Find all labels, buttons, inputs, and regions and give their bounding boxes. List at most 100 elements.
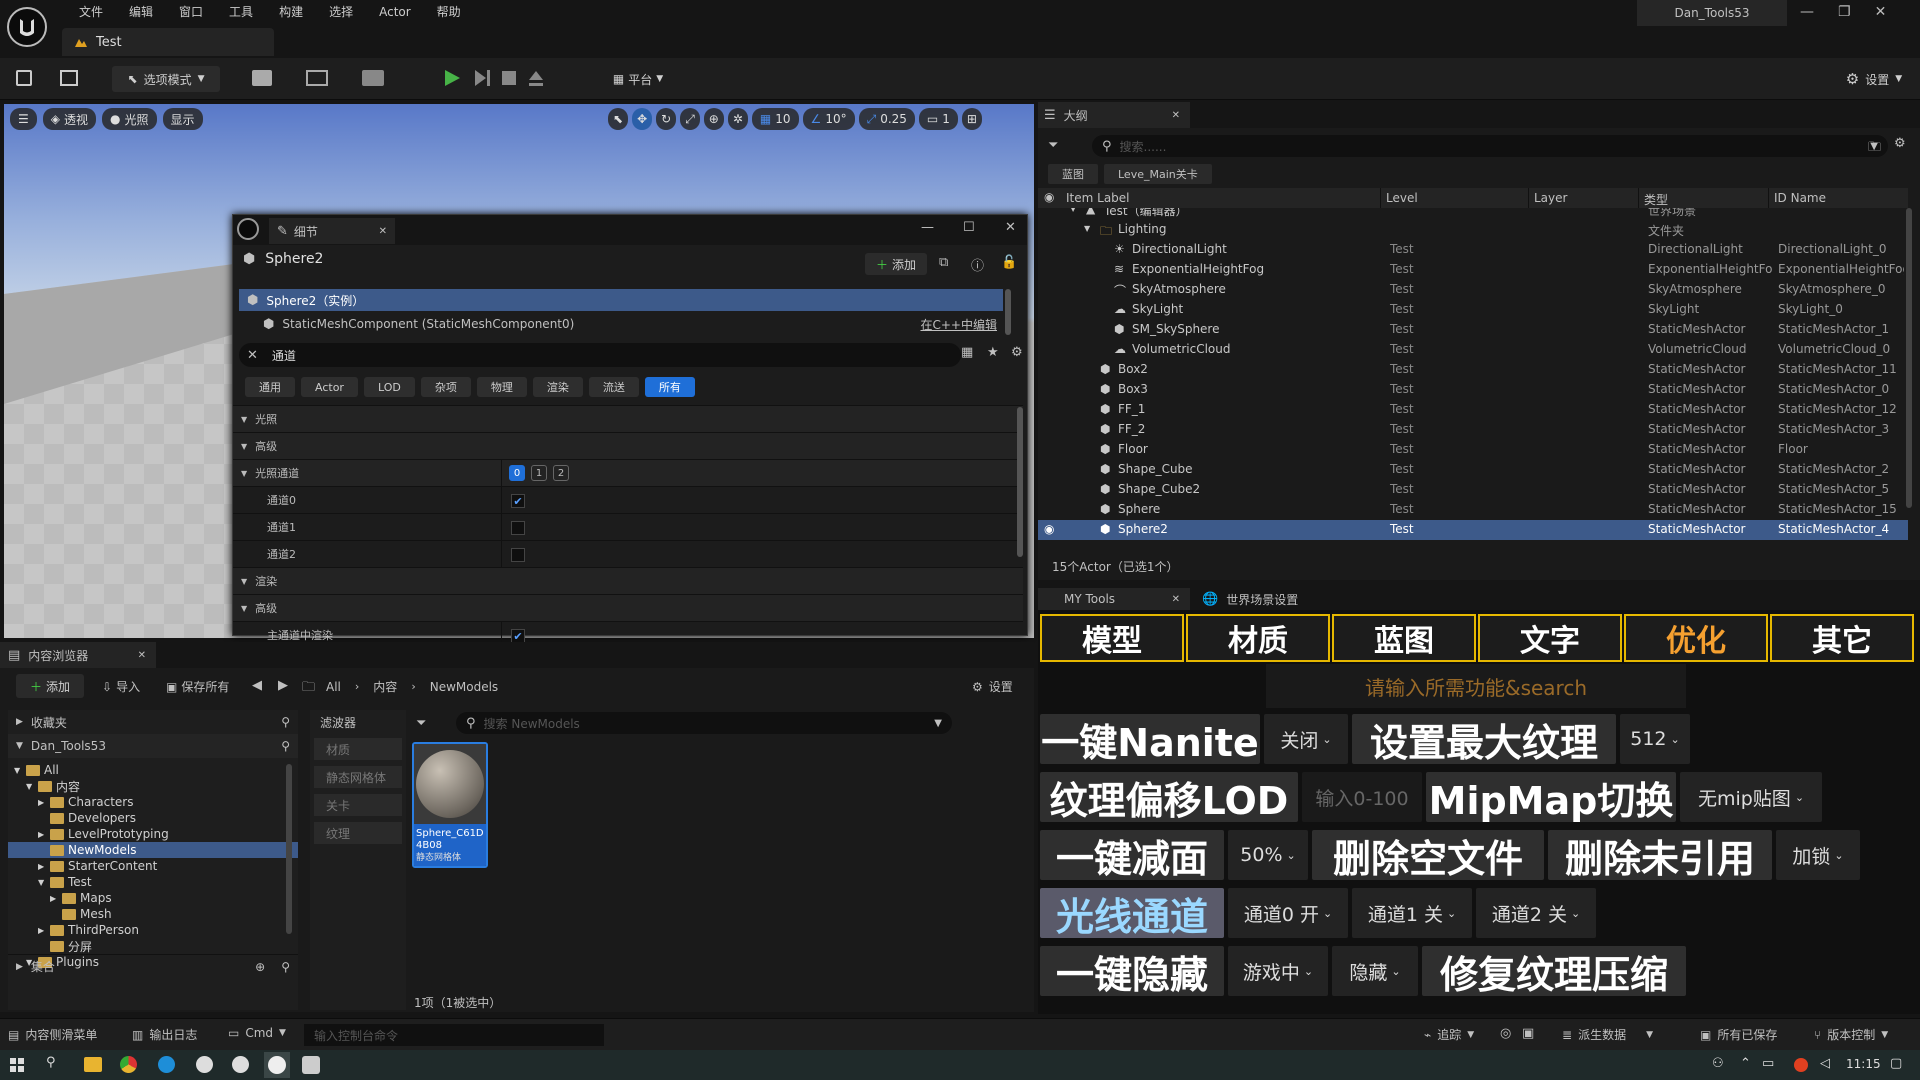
- view-mode-button[interactable]: ◈ 透视: [42, 108, 97, 130]
- channel-checkbox[interactable]: ✔: [511, 629, 525, 643]
- breadcrumb-item[interactable]: 内容: [373, 678, 397, 695]
- forward-icon[interactable]: ▶: [278, 678, 288, 693]
- close-icon[interactable]: ✕: [1172, 594, 1180, 605]
- menu-item[interactable]: 工具: [216, 3, 266, 20]
- scale-tool-icon[interactable]: ⤢: [680, 108, 700, 130]
- blueprint-icon[interactable]: ⧉: [939, 255, 948, 270]
- asset-filter[interactable]: 关卡: [314, 794, 402, 816]
- edge-icon[interactable]: [158, 1056, 175, 1073]
- details-tab-filter[interactable]: 渲染: [532, 377, 583, 397]
- chrome-icon[interactable]: [120, 1056, 137, 1073]
- tool-category-tab[interactable]: 材质: [1186, 614, 1330, 662]
- outliner-row[interactable]: ☁ VolumetricCloud Test VolumetricCloud Volum…: [1038, 340, 1908, 360]
- unreal-taskbar-icon[interactable]: [264, 1052, 290, 1078]
- favorites-header[interactable]: ▶ 收藏夹 ⚲: [8, 710, 298, 734]
- content-drawer-button[interactable]: ▤ 内容侧滑菜单: [8, 1026, 97, 1043]
- asset-tile[interactable]: Sphere_C61D4B08 静态网格体: [412, 742, 488, 868]
- channel-checkbox[interactable]: [511, 521, 525, 535]
- column-header[interactable]: Layer: [1534, 191, 1567, 205]
- filter-chip[interactable]: 蓝图: [1048, 164, 1098, 184]
- import-button[interactable]: ⇩ 导入: [102, 678, 140, 695]
- details-tab-filter[interactable]: LOD: [363, 377, 415, 397]
- menu-item[interactable]: 选择: [316, 3, 366, 20]
- filter-icon[interactable]: ⏷: [1048, 138, 1058, 153]
- tool-action-button[interactable]: MipMap切换: [1426, 772, 1676, 823]
- explorer-icon[interactable]: [84, 1057, 102, 1072]
- details-scrollbar[interactable]: [1017, 407, 1023, 557]
- add-content-button[interactable]: ＋ 添加: [16, 674, 84, 698]
- close-icon[interactable]: ✕: [1875, 4, 1887, 20]
- chevron-down-icon[interactable]: ▼: [1084, 224, 1090, 233]
- content-settings-button[interactable]: ⚙ 设置: [972, 678, 1013, 695]
- outliner-scrollbar[interactable]: [1906, 208, 1912, 508]
- outliner-row[interactable]: ☁ SkyLight Test SkyLight SkyLight_0: [1038, 300, 1908, 320]
- tool-category-tab[interactable]: 文字: [1478, 614, 1622, 662]
- gear-icon[interactable]: ⚙: [1011, 345, 1023, 360]
- derived-data-button[interactable]: ≣ 派生数据 ▼: [1562, 1026, 1653, 1043]
- maximize-icon[interactable]: ☐: [963, 220, 975, 235]
- column-header[interactable]: ID Name: [1774, 191, 1826, 205]
- component-instance-row[interactable]: ⬢ Sphere2（实例）: [239, 289, 1003, 311]
- tool-action-button[interactable]: 设置最大纹理: [1352, 714, 1616, 765]
- volume-icon[interactable]: ◁: [1820, 1056, 1830, 1071]
- camera-icon[interactable]: ▣: [1522, 1026, 1534, 1041]
- rotate-tool-icon[interactable]: ↻: [656, 108, 677, 130]
- column-header[interactable]: Item Label: [1066, 191, 1130, 205]
- folder-tree-item[interactable]: 分屏: [8, 938, 298, 954]
- app-icon[interactable]: [302, 1056, 320, 1074]
- channel-button[interactable]: 1: [531, 465, 547, 481]
- property-section[interactable]: ▼ 高级: [233, 433, 1023, 460]
- tool-category-tab[interactable]: 其它: [1770, 614, 1914, 662]
- asset-filter[interactable]: 材质: [314, 738, 402, 760]
- network-icon[interactable]: ▭: [1762, 1056, 1774, 1071]
- outliner-row[interactable]: ⬢ Sphere Test StaticMeshActor StaticMeshActo…: [1038, 500, 1908, 520]
- folder-tree-item[interactable]: ▼ All: [8, 762, 298, 778]
- cinematics-icon[interactable]: [362, 70, 384, 86]
- close-icon[interactable]: ✕: [1005, 220, 1016, 235]
- world-space-icon[interactable]: ⊕: [703, 108, 724, 130]
- property-row[interactable]: 通道0 ✔: [233, 487, 1023, 514]
- folder-tree-item[interactable]: Mesh: [8, 906, 298, 922]
- folder-tree-item[interactable]: ▶ LevelPrototyping: [8, 826, 298, 842]
- restore-icon[interactable]: ❐: [1838, 4, 1851, 20]
- unreal-logo-icon[interactable]: [7, 7, 47, 47]
- search-icon[interactable]: ⚲: [46, 1055, 56, 1070]
- minimize-icon[interactable]: —: [1800, 4, 1814, 20]
- column-header[interactable]: Level: [1386, 191, 1418, 205]
- show-button[interactable]: 显示: [162, 108, 203, 130]
- tool-category-tab[interactable]: 模型: [1040, 614, 1184, 662]
- output-log-button[interactable]: ▥ 输出日志: [132, 1026, 197, 1043]
- outliner-row[interactable]: ⬢ FF_2 Test StaticMeshActor StaticMeshActor_…: [1038, 420, 1908, 440]
- save-icon[interactable]: [16, 70, 32, 86]
- help-icon[interactable]: ⓘ: [971, 255, 984, 274]
- tool-category-tab[interactable]: 蓝图: [1332, 614, 1476, 662]
- stop-icon[interactable]: [502, 71, 516, 85]
- save-status-button[interactable]: ▣ 所有已保存: [1700, 1026, 1777, 1043]
- add-component-button[interactable]: ＋ 添加: [865, 253, 927, 275]
- tool-action-button[interactable]: 一键Nanite: [1040, 714, 1260, 765]
- move-tool-icon[interactable]: ✥: [632, 108, 653, 130]
- outliner-row[interactable]: ▼ ▲ Test（编辑器） 世界场景: [1038, 208, 1908, 220]
- back-icon[interactable]: ◀: [252, 678, 262, 693]
- blueprint-icon[interactable]: [306, 70, 328, 86]
- tray-app-icon[interactable]: [1794, 1058, 1808, 1072]
- asset-filter[interactable]: 静态网格体: [314, 766, 402, 788]
- lock-icon[interactable]: 🔓: [1001, 255, 1017, 270]
- gear-icon[interactable]: ⚙: [1894, 136, 1906, 151]
- mode-select-button[interactable]: ⬉ 选项模式 ▼: [112, 66, 220, 92]
- tool-option-select[interactable]: 游戏中 ⌄: [1228, 946, 1328, 996]
- asset-search-input[interactable]: ⚲ 搜索 NewModels ▼: [456, 712, 952, 734]
- asset-filter[interactable]: 纹理: [314, 822, 402, 844]
- menu-item[interactable]: 文件: [66, 3, 116, 20]
- lighting-mode-button[interactable]: ● 光照: [102, 108, 157, 130]
- rotation-snap-button[interactable]: ∠ 10°: [802, 108, 855, 130]
- outliner-tab[interactable]: ☰ 大纲 ✕: [1038, 102, 1190, 128]
- close-icon[interactable]: ✕: [138, 650, 146, 661]
- tool-action-button[interactable]: 光线通道: [1040, 888, 1224, 939]
- outliner-row[interactable]: ⌒ SkyAtmosphere Test SkyAtmosphere SkyAtmosp…: [1038, 280, 1908, 300]
- outliner-row[interactable]: ⬢ Box2 Test StaticMeshActor StaticMeshActor_…: [1038, 360, 1908, 380]
- tree-scrollbar[interactable]: [286, 764, 292, 934]
- clear-icon[interactable]: ✕: [247, 348, 258, 363]
- channel-checkbox[interactable]: ✔: [511, 494, 525, 508]
- tool-option-select[interactable]: 50% ⌄: [1228, 830, 1308, 880]
